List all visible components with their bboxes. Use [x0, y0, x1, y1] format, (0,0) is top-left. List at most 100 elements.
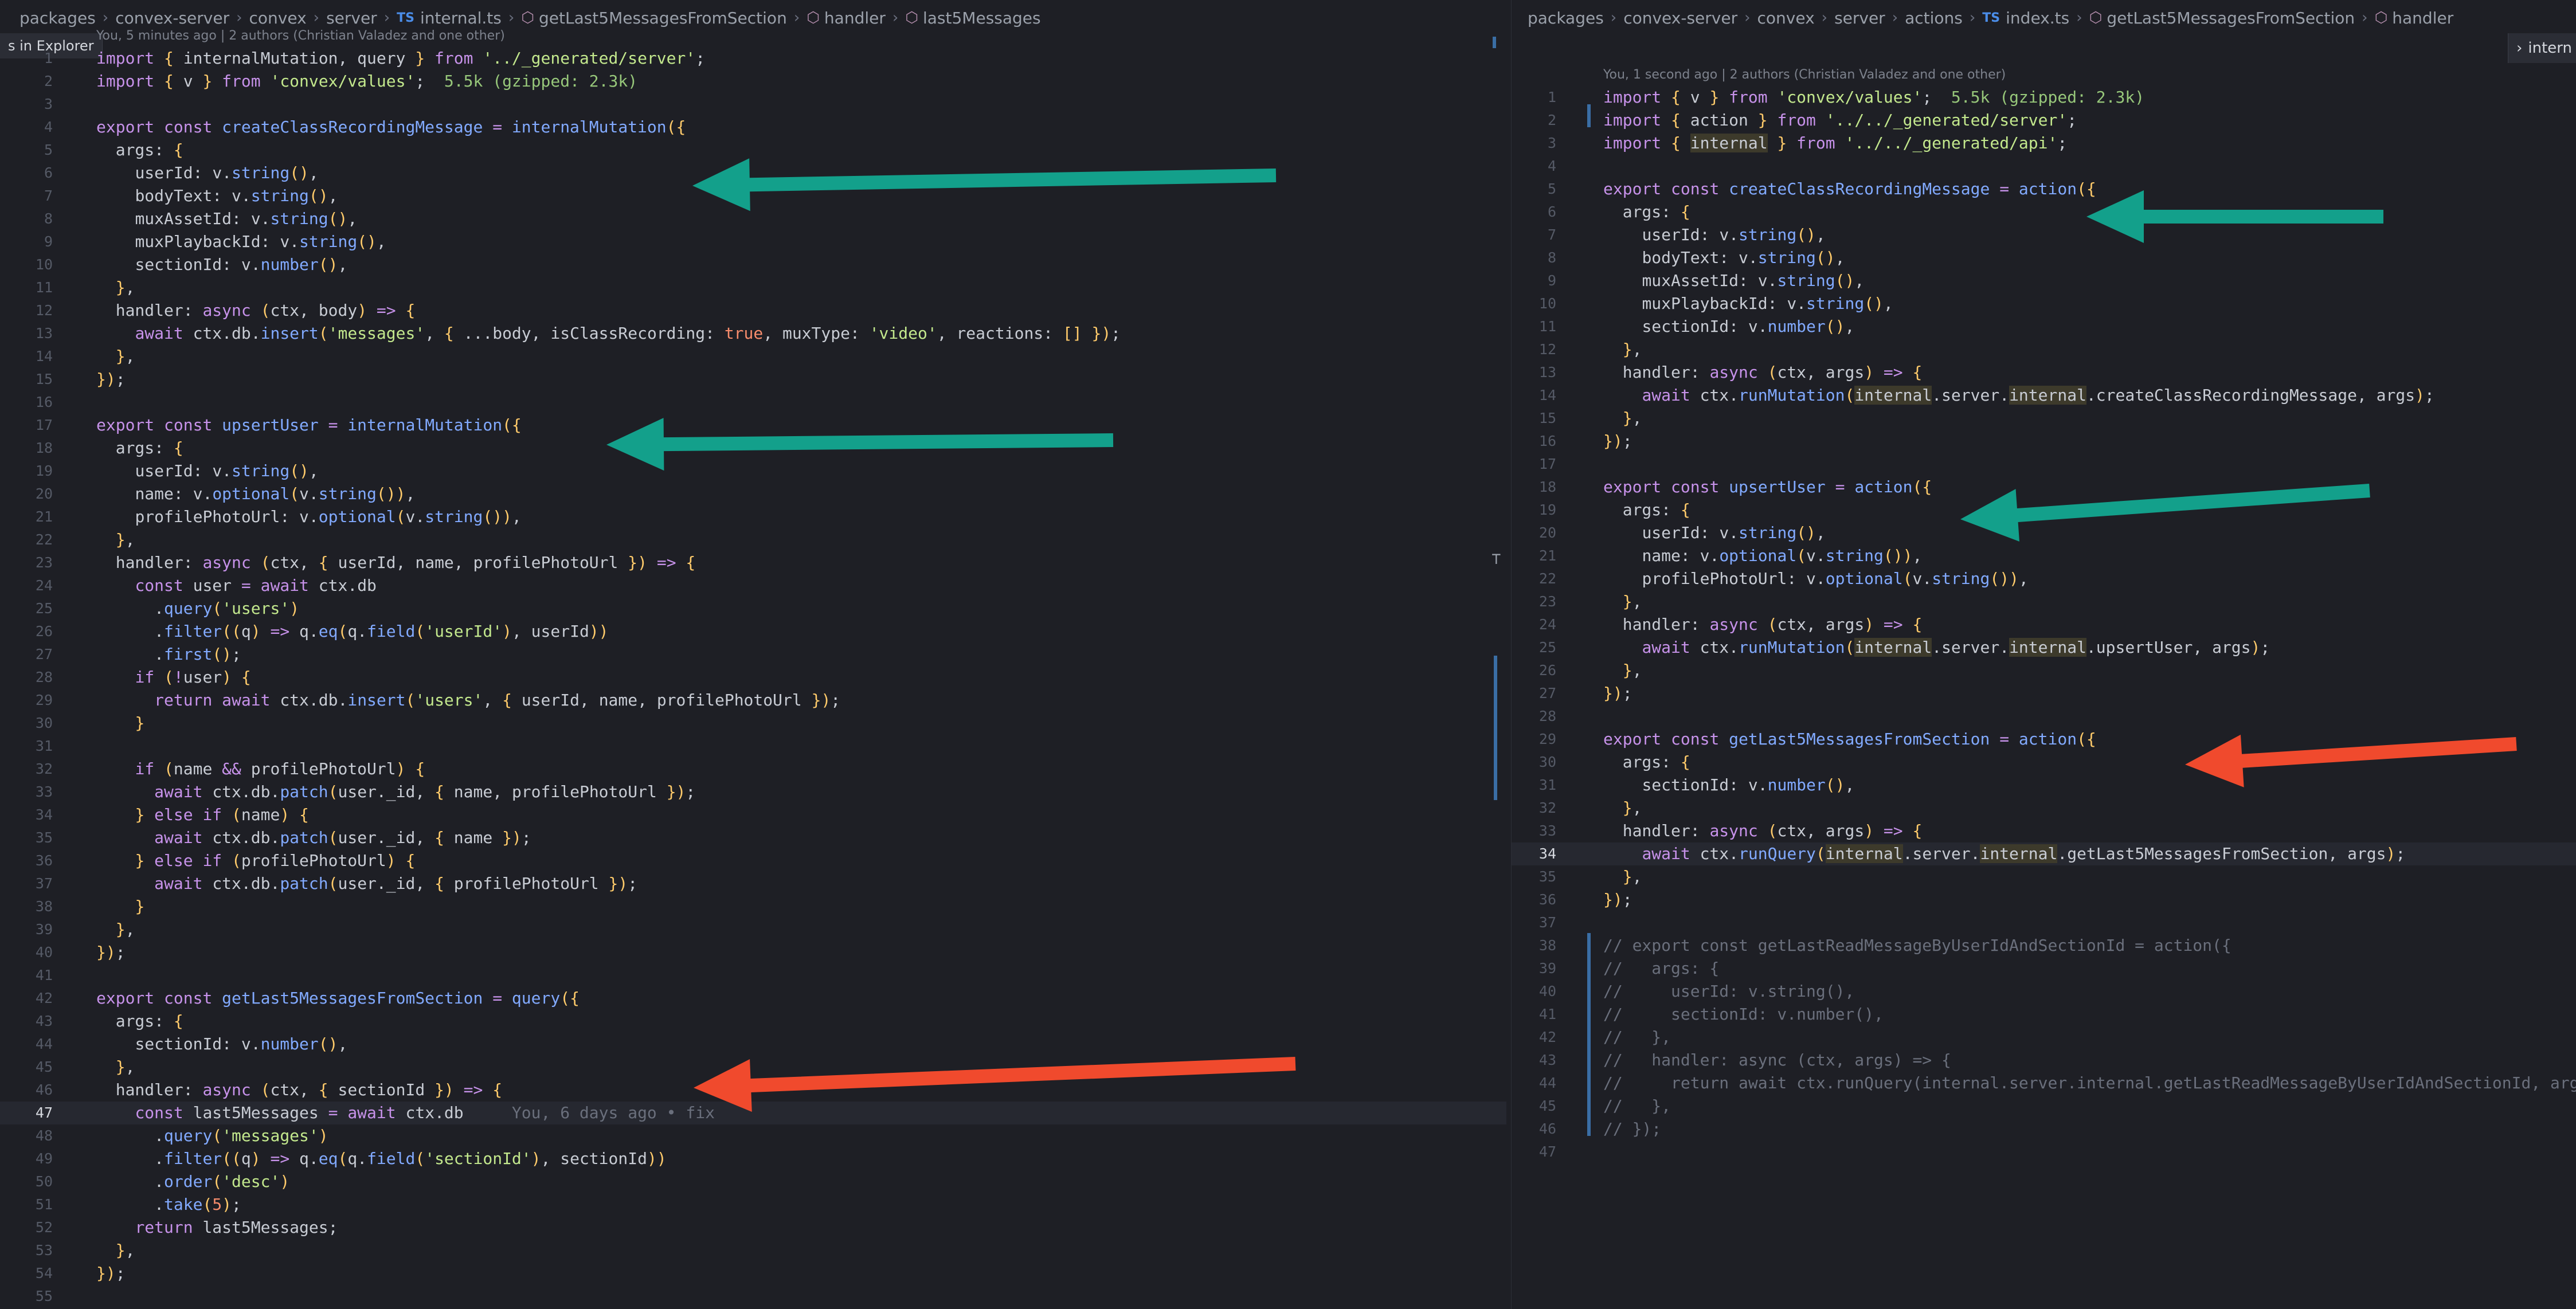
- code-line[interactable]: 54});: [0, 1262, 1506, 1285]
- code-line[interactable]: 52 return last5Messages;: [0, 1216, 1506, 1239]
- line-number[interactable]: 47: [0, 1102, 53, 1124]
- code-line[interactable]: 34 await ctx.runQuery(internal.server.in…: [1512, 842, 2576, 865]
- code-text[interactable]: handler: async (ctx, body) => {: [96, 299, 416, 322]
- code-text[interactable]: .order('desc'): [96, 1170, 289, 1193]
- breadcrumb-convex[interactable]: convex: [249, 9, 307, 28]
- line-number[interactable]: 52: [0, 1216, 53, 1239]
- code-line[interactable]: 20 name: v.optional(v.string()),: [0, 483, 1506, 505]
- code-line[interactable]: 43 args: {: [0, 1010, 1506, 1033]
- code-line[interactable]: 6 userId: v.string(),: [0, 162, 1506, 185]
- line-number[interactable]: 6: [0, 162, 53, 185]
- line-number[interactable]: 27: [0, 643, 53, 666]
- code-line[interactable]: 16: [0, 391, 1506, 414]
- line-number[interactable]: 35: [0, 826, 53, 849]
- code-line[interactable]: 9 muxAssetId: v.string(),: [1512, 269, 2576, 292]
- code-text[interactable]: profilePhotoUrl: v.optional(v.string()),: [96, 505, 521, 528]
- code-text[interactable]: // },: [1603, 1095, 1671, 1118]
- line-number[interactable]: 9: [1512, 269, 1556, 292]
- code-text[interactable]: });: [96, 1262, 126, 1285]
- code-text[interactable]: await ctx.runQuery(internal.server.inter…: [1603, 842, 2405, 865]
- code-text[interactable]: userId: v.string(),: [96, 162, 318, 185]
- code-line[interactable]: 3: [0, 93, 1506, 116]
- line-number[interactable]: 11: [0, 276, 53, 299]
- code-text[interactable]: sectionId: v.number(),: [96, 1033, 347, 1056]
- code-text[interactable]: });: [96, 368, 126, 391]
- line-number[interactable]: 19: [0, 460, 53, 483]
- line-number[interactable]: 4: [0, 116, 53, 139]
- code-line[interactable]: 51 .take(5);: [0, 1193, 1506, 1216]
- right-editor-pane[interactable]: packages › convex-server › convex › serv…: [1511, 0, 2576, 1309]
- line-number[interactable]: 29: [1512, 728, 1556, 751]
- code-text[interactable]: handler: async (ctx, args) => {: [1603, 613, 1923, 636]
- code-line[interactable]: 23 handler: async (ctx, { userId, name, …: [0, 551, 1506, 574]
- line-number[interactable]: 31: [1512, 774, 1556, 797]
- code-text[interactable]: }: [96, 895, 144, 918]
- code-line[interactable]: 38 }: [0, 895, 1506, 918]
- line-number[interactable]: 15: [0, 368, 53, 391]
- line-number[interactable]: 4: [1512, 155, 1556, 178]
- code-text[interactable]: handler: async (ctx, { sectionId }) => {: [96, 1079, 502, 1102]
- code-text[interactable]: args: {: [1603, 499, 1690, 522]
- code-line[interactable]: 48 .query('messages'): [0, 1124, 1506, 1147]
- code-text[interactable]: await ctx.db.insert('messages', { ...bod…: [96, 322, 1121, 345]
- code-text[interactable]: await ctx.db.patch(user._id, { name, pro…: [96, 781, 695, 804]
- breadcrumb-handler[interactable]: ⬡ handler: [807, 9, 886, 28]
- code-line[interactable]: 35 await ctx.db.patch(user._id, { name }…: [0, 826, 1506, 849]
- code-line[interactable]: 21 profilePhotoUrl: v.optional(v.string(…: [0, 505, 1506, 528]
- line-number[interactable]: 8: [0, 207, 53, 230]
- code-text[interactable]: .first();: [96, 643, 241, 666]
- code-line[interactable]: 2 import { action } from '../../_generate…: [1512, 109, 2576, 132]
- code-text[interactable]: muxPlaybackId: v.string(),: [96, 230, 386, 253]
- code-line[interactable]: 15});: [0, 368, 1506, 391]
- line-number[interactable]: 46: [1512, 1118, 1556, 1141]
- code-line[interactable]: 42 export const getLast5MessagesFromSecti…: [0, 987, 1506, 1010]
- code-line[interactable]: 50 .order('desc'): [0, 1170, 1506, 1193]
- code-line[interactable]: 27 .first();: [0, 643, 1506, 666]
- code-line[interactable]: 29 return await ctx.db.insert('users', {…: [0, 689, 1506, 712]
- code-text[interactable]: // sectionId: v.number(),: [1603, 1003, 1884, 1026]
- code-text[interactable]: }: [96, 712, 144, 735]
- code-text[interactable]: args: {: [96, 1010, 183, 1033]
- line-number[interactable]: 20: [0, 483, 53, 505]
- line-number[interactable]: 28: [1512, 705, 1556, 728]
- line-number[interactable]: 12: [0, 299, 53, 322]
- line-number[interactable]: 34: [1512, 842, 1556, 865]
- code-text[interactable]: handler: async (ctx, args) => {: [1603, 361, 1923, 384]
- code-line[interactable]: 23 },: [1512, 590, 2576, 613]
- code-line[interactable]: 16});: [1512, 430, 2576, 453]
- line-number[interactable]: 17: [1512, 453, 1556, 476]
- code-line[interactable]: 46 handler: async (ctx, { sectionId }) =…: [0, 1079, 1506, 1102]
- line-number[interactable]: 54: [0, 1262, 53, 1285]
- code-line[interactable]: 29 export const getLast5MessagesFromSecti…: [1512, 728, 2576, 751]
- code-text[interactable]: // return await ctx.runQuery(internal.se…: [1603, 1072, 2576, 1095]
- code-text[interactable]: return last5Messages;: [96, 1216, 338, 1239]
- code-text[interactable]: },: [96, 1239, 135, 1262]
- line-number[interactable]: 39: [1512, 957, 1556, 980]
- breadcrumb-convex-server[interactable]: convex-server: [1623, 9, 1737, 28]
- line-number[interactable]: 48: [0, 1124, 53, 1147]
- code-line[interactable]: 1 import { v } from 'convex/values'; 5.5k…: [1512, 86, 2576, 109]
- code-text[interactable]: .query('messages'): [96, 1124, 328, 1147]
- code-text[interactable]: return await ctx.db.insert('users', { us…: [96, 689, 840, 712]
- code-line[interactable]: 15 },: [1512, 407, 2576, 430]
- code-text[interactable]: sectionId: v.number(),: [1603, 774, 1854, 797]
- blame-header[interactable]: You, 1 second ago | 2 authors (Christian…: [1603, 68, 2006, 82]
- code-text[interactable]: muxAssetId: v.string(),: [96, 207, 357, 230]
- line-number[interactable]: 36: [1512, 888, 1556, 911]
- line-number[interactable]: 14: [0, 345, 53, 368]
- code-line[interactable]: 14 await ctx.runMutation(internal.server…: [1512, 384, 2576, 407]
- code-line[interactable]: 39 // args: {: [1512, 957, 2576, 980]
- code-text[interactable]: export const createClassRecordingMessage…: [96, 116, 686, 139]
- breadcrumb-packages[interactable]: packages: [19, 9, 96, 28]
- code-line[interactable]: 1 import { internalMutation, query } from…: [0, 47, 1506, 70]
- code-line[interactable]: 53 },: [0, 1239, 1506, 1262]
- code-text[interactable]: import { v } from 'convex/values'; 5.5k …: [1603, 86, 2144, 109]
- line-number[interactable]: 40: [1512, 980, 1556, 1003]
- code-line[interactable]: 22 },: [0, 528, 1506, 551]
- breadcrumb-symbol[interactable]: ⬡ getLast5MessagesFromSection: [521, 9, 787, 28]
- line-number[interactable]: 9: [0, 230, 53, 253]
- code-line[interactable]: 37 await ctx.db.patch(user._id, { profil…: [0, 872, 1506, 895]
- code-text[interactable]: handler: async (ctx, args) => {: [1603, 820, 1923, 842]
- line-number[interactable]: 43: [0, 1010, 53, 1033]
- line-number[interactable]: 17: [0, 414, 53, 437]
